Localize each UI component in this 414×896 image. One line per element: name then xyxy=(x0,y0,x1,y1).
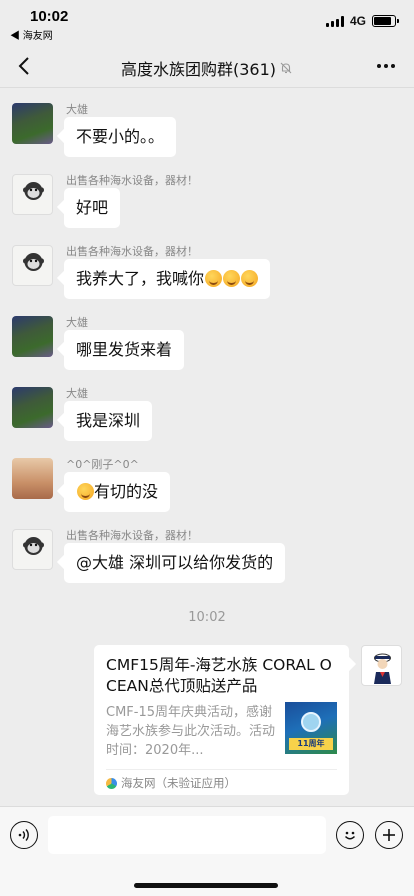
message-bubble[interactable]: 有切的没 xyxy=(64,472,171,512)
ape-logo-icon xyxy=(23,253,44,271)
smiley-icon xyxy=(344,831,356,840)
status-bar: 10:02 ◀ 海友网 4G xyxy=(0,0,414,44)
message-bubble[interactable]: 不要小的。。 xyxy=(64,117,177,157)
money-face-emoji-icon xyxy=(205,270,223,287)
message-text: 我养大了，我喊你 xyxy=(76,269,205,288)
sailor-avatar-icon xyxy=(374,653,391,684)
card-source-label: 海友网（未验证应用） xyxy=(121,776,236,790)
message-text: 我是深圳 xyxy=(76,411,141,430)
avatar[interactable] xyxy=(12,458,53,499)
card-title: CMF15周年-海艺水族 CORAL OCEAN总代顶贴送产品 xyxy=(106,656,332,695)
back-to-app-link[interactable]: ◀ 海友网 xyxy=(10,27,53,42)
app-source-icon xyxy=(106,777,117,789)
plus-icon xyxy=(383,829,395,841)
message-text: 不要小的。。 xyxy=(76,127,165,146)
self-avatar[interactable] xyxy=(361,645,402,686)
shared-link-card[interactable]: CMF15周年-海艺水族 CORAL OCEAN总代顶贴送产品 CMF-15周年… xyxy=(94,645,349,795)
avatar[interactable] xyxy=(12,103,53,144)
battery-icon xyxy=(372,15,399,27)
money-face-emoji-icon xyxy=(241,270,259,287)
message-bubble[interactable]: @大雄 深圳可以给你发货的 xyxy=(64,543,286,583)
avatar[interactable] xyxy=(12,316,53,357)
status-time: 10:02 xyxy=(30,8,69,25)
message-bubble[interactable]: 哪里发货来着 xyxy=(64,330,185,370)
ape-logo-icon xyxy=(23,182,44,200)
sender-name: 大雄 xyxy=(66,316,88,329)
sender-name: 大雄 xyxy=(66,387,88,400)
chat-title: 高度水族团购群(361) xyxy=(0,56,414,80)
avatar[interactable] xyxy=(12,245,53,286)
card-thumbnail: 11周年 xyxy=(285,702,337,754)
message-input-bar xyxy=(0,806,414,896)
message-list[interactable]: 大雄 不要小的。。 出售各种海水设备，器材！ 好吧 出售各种海水设备，器材！ 我… xyxy=(0,89,414,805)
home-indicator xyxy=(134,883,278,888)
message-text-input[interactable] xyxy=(48,816,326,854)
thumbnail-badge: 11周年 xyxy=(289,738,333,750)
status-indicators: 4G xyxy=(325,14,399,28)
group-name: 高度水族团购群(361) xyxy=(120,60,277,79)
message-bubble[interactable]: 我养大了，我喊你 xyxy=(64,259,271,299)
sender-name: ^0^刚子^0^ xyxy=(66,458,139,471)
sender-name: 出售各种海水设备，器材！ xyxy=(66,529,198,542)
sender-name: 出售各种海水设备，器材！ xyxy=(66,245,198,258)
money-face-emoji-icon xyxy=(223,270,241,287)
message-text: @大雄 深圳可以给你发货的 xyxy=(76,553,274,572)
signal-icon xyxy=(325,15,344,27)
avatar[interactable] xyxy=(12,387,53,428)
ape-logo-icon xyxy=(23,537,44,555)
voice-icon xyxy=(18,829,29,841)
sender-name: 大雄 xyxy=(66,103,88,116)
more-options-button[interactable] xyxy=(372,54,400,78)
avatar[interactable] xyxy=(12,529,53,570)
mute-bell-icon xyxy=(280,62,292,74)
message-bubble[interactable]: 好吧 xyxy=(64,188,121,228)
sender-name: 出售各种海水设备，器材！ xyxy=(66,174,198,187)
voice-input-button[interactable] xyxy=(10,821,38,849)
message-text: 哪里发货来着 xyxy=(76,340,173,359)
network-label: 4G xyxy=(349,14,366,28)
emoji-button[interactable] xyxy=(336,821,364,849)
card-source: 海友网（未验证应用） xyxy=(106,769,337,791)
message-text: 好吧 xyxy=(76,198,109,217)
smiling-emoji-icon xyxy=(77,483,94,500)
more-attachments-button[interactable] xyxy=(375,821,403,849)
avatar[interactable] xyxy=(12,174,53,215)
card-description: CMF-15周年庆典活动，感谢海艺水族参与此次活动。活动时间：2020年... xyxy=(106,705,276,758)
chat-header: 高度水族团购群(361) xyxy=(0,44,414,88)
message-bubble[interactable]: 我是深圳 xyxy=(64,401,153,441)
message-timestamp: 10:02 xyxy=(188,610,226,625)
message-text: 有切的没 xyxy=(94,482,159,501)
